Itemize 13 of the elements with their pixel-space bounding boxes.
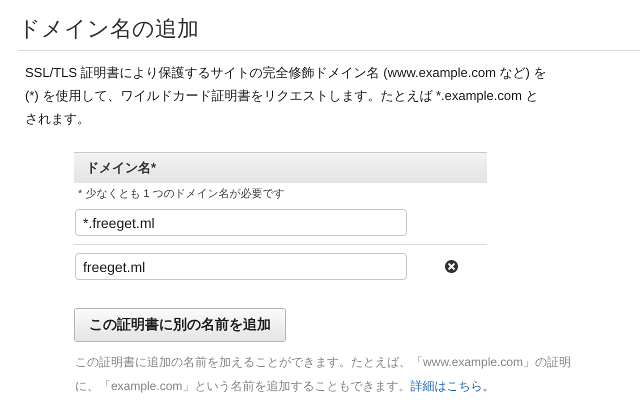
domain-input[interactable]: freeget.ml bbox=[75, 253, 407, 280]
domain-input[interactable]: *.freeget.ml bbox=[75, 209, 407, 236]
help-text: に、「example.com」という名前を追加することもできます。 bbox=[75, 378, 410, 395]
remove-icon[interactable] bbox=[445, 260, 458, 273]
intro-text: SSL/TLS 証明書により保護するサイトの完全修飾ドメイン名 (www.example.com など) を bbox=[25, 64, 548, 82]
intro-text: されます。 bbox=[25, 110, 91, 128]
add-name-button[interactable]: この証明書に別の名前を追加 bbox=[74, 308, 286, 342]
column-header: ドメイン名* bbox=[74, 152, 487, 183]
intro-text: (*) を使用して、ワイルドカード証明書をリクエストします。たとえば *.example.com と bbox=[25, 87, 540, 105]
page-title: ドメイン名の追加 bbox=[18, 14, 640, 51]
hint-text: * 少なくとも 1 つのドメイン名が必要です bbox=[77, 186, 286, 201]
help-text: この証明書に追加の名前を加えることができます。たとえば、「www.example.com」の証明 bbox=[75, 354, 572, 371]
details-link[interactable]: 詳細はこちら。 bbox=[410, 379, 494, 393]
